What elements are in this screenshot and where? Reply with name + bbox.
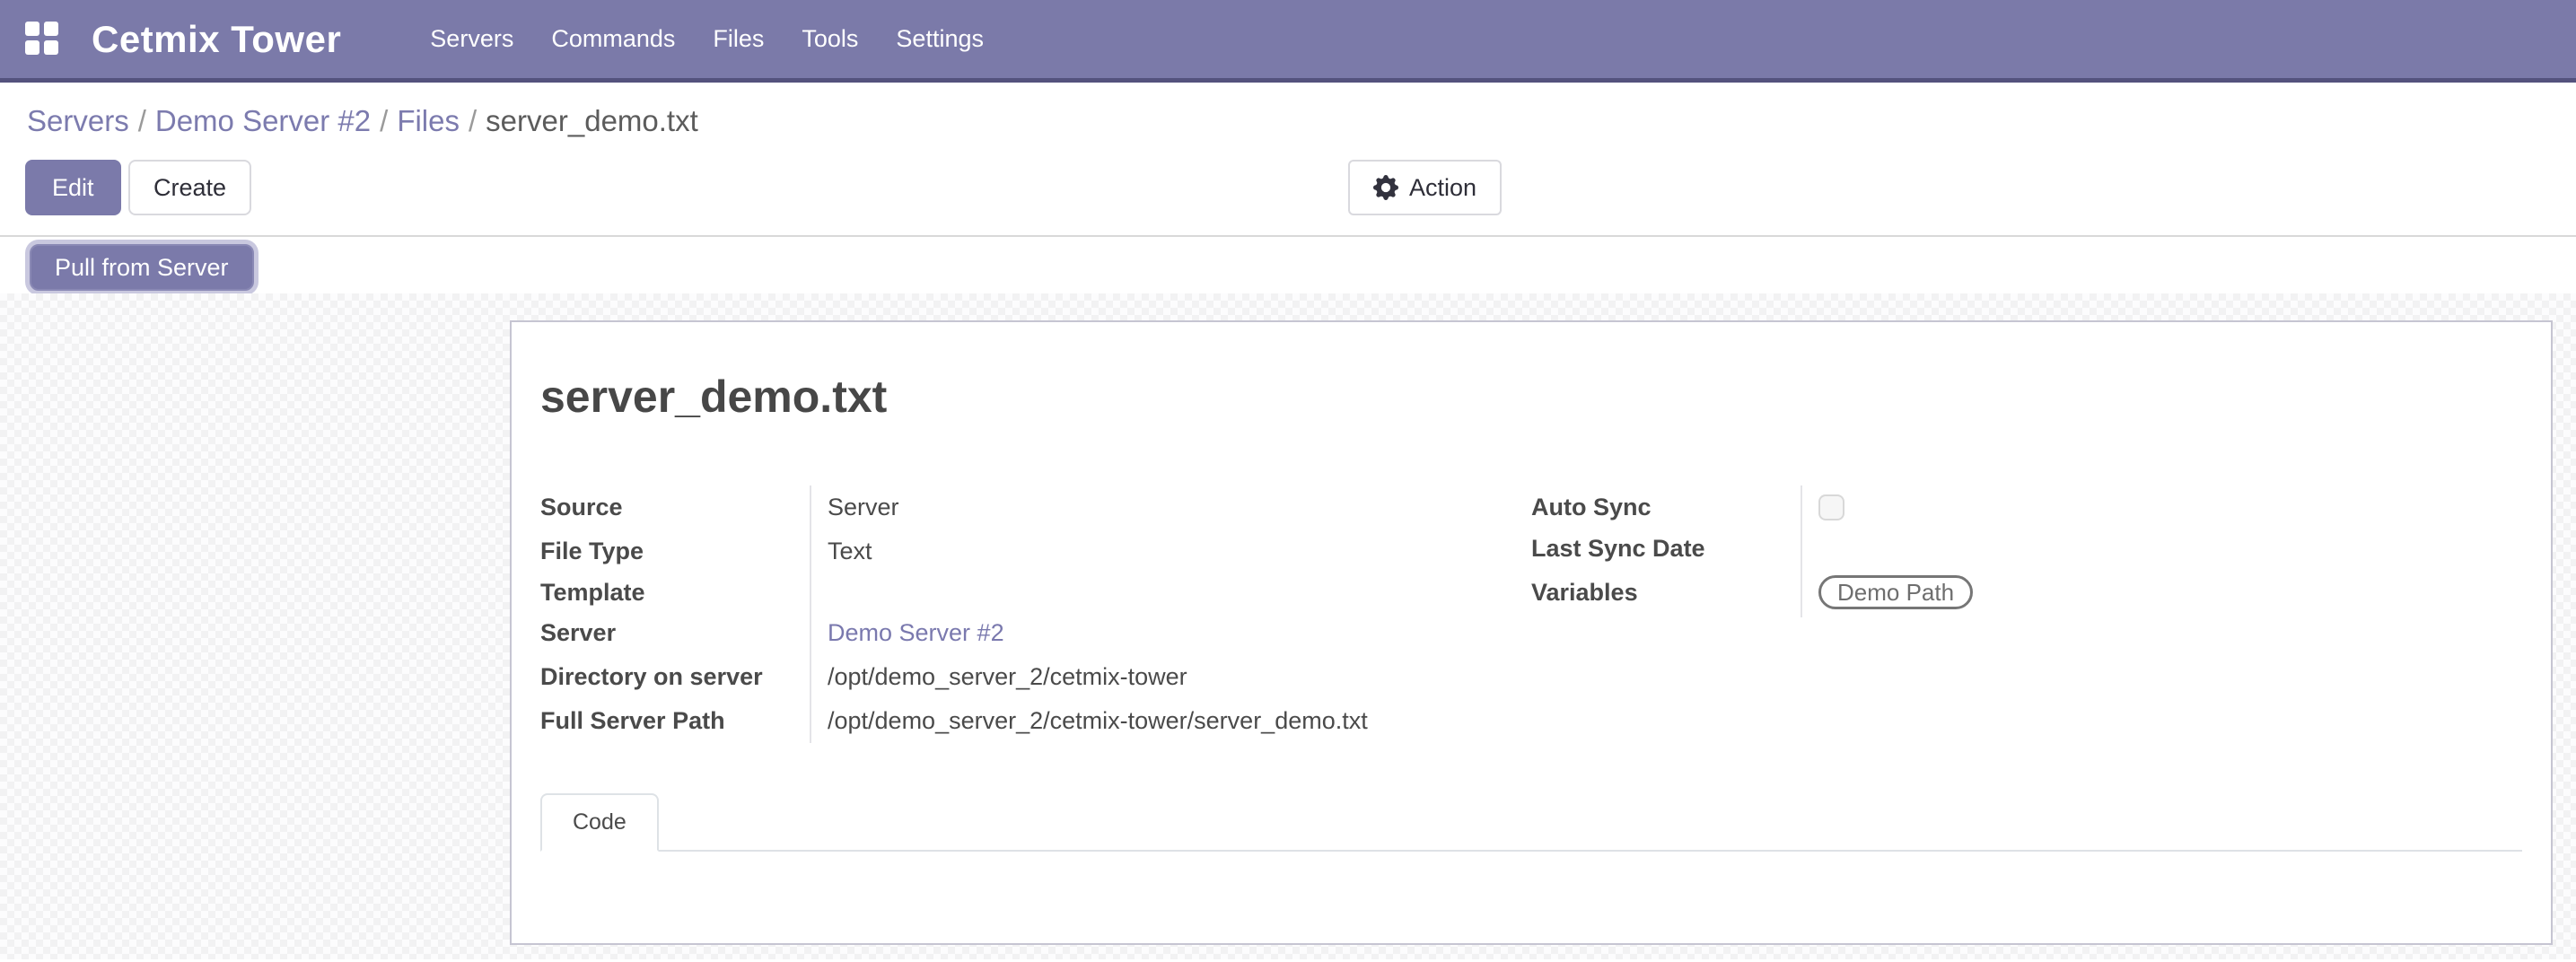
- field-row-server: Server Demo Server #2: [540, 611, 1531, 655]
- breadcrumb-link-servers[interactable]: Servers: [27, 104, 129, 137]
- field-value: Text: [810, 529, 1531, 573]
- field-value: /opt/demo_server_2/cetmix-tower: [810, 655, 1531, 699]
- create-button[interactable]: Create: [128, 160, 251, 215]
- breadcrumb-separator: /: [129, 104, 155, 137]
- form-sheet: server_demo.txt Source Server File Type …: [510, 320, 2553, 945]
- nav-item-tools[interactable]: Tools: [783, 0, 877, 78]
- app-brand[interactable]: Cetmix Tower: [92, 18, 341, 61]
- edit-button[interactable]: Edit: [25, 160, 121, 215]
- field-value: Demo Path: [1801, 567, 2522, 617]
- nav-item-servers[interactable]: Servers: [411, 0, 532, 78]
- field-row-auto-sync: Auto Sync: [1531, 485, 2522, 529]
- main-menu: Servers Commands Files Tools Settings: [411, 0, 1003, 78]
- auto-sync-checkbox[interactable]: [1818, 494, 1844, 520]
- apps-icon-square: [25, 40, 39, 55]
- breadcrumb-separator: /: [371, 104, 397, 137]
- top-navbar: Cetmix Tower Servers Commands Files Tool…: [0, 0, 2576, 83]
- apps-menu-icon[interactable]: [25, 22, 61, 57]
- variable-tag: Demo Path: [1818, 575, 1973, 609]
- nav-item-files[interactable]: Files: [694, 0, 783, 78]
- field-row-file-type: File Type Text: [540, 529, 1531, 573]
- field-label: Server: [540, 611, 810, 655]
- field-group-right: Auto Sync Last Sync Date Variables Demo …: [1531, 485, 2522, 743]
- tab-code[interactable]: Code: [540, 793, 659, 852]
- form-view-background: server_demo.txt Source Server File Type …: [0, 293, 2576, 959]
- action-button-label: Action: [1409, 174, 1476, 202]
- nav-item-settings[interactable]: Settings: [877, 0, 1003, 78]
- field-label: Template: [540, 573, 810, 611]
- field-value: [810, 573, 1531, 611]
- server-link[interactable]: Demo Server #2: [810, 611, 1531, 655]
- button-row: Edit Create Action: [0, 147, 2576, 235]
- field-value: Server: [810, 485, 1531, 529]
- apps-icon-square: [44, 40, 58, 55]
- nav-item-commands[interactable]: Commands: [532, 0, 694, 78]
- breadcrumb-separator: /: [460, 104, 486, 137]
- field-value: [1801, 529, 2522, 567]
- field-label: Auto Sync: [1531, 485, 1801, 529]
- field-row-last-sync-date: Last Sync Date: [1531, 529, 2522, 567]
- apps-icon-square: [25, 22, 39, 36]
- field-value: [1801, 485, 2522, 529]
- control-panel: Servers/Demo Server #2/Files/server_demo…: [0, 83, 2576, 293]
- field-group-left: Source Server File Type Text Template Se…: [540, 485, 1531, 743]
- breadcrumb-link-demo-server-2[interactable]: Demo Server #2: [155, 104, 371, 137]
- field-label: Source: [540, 485, 810, 529]
- object-buttons-row: Pull from Server: [0, 237, 2576, 293]
- gear-icon: [1373, 175, 1398, 200]
- pull-from-server-button[interactable]: Pull from Server: [30, 244, 254, 291]
- record-title: server_demo.txt: [540, 371, 2522, 423]
- field-row-source: Source Server: [540, 485, 1531, 529]
- field-label: Last Sync Date: [1531, 529, 1801, 567]
- apps-icon-square: [44, 22, 58, 36]
- field-row-variables: Variables Demo Path: [1531, 567, 2522, 617]
- field-label: Variables: [1531, 567, 1801, 617]
- breadcrumb: Servers/Demo Server #2/Files/server_demo…: [0, 83, 2576, 147]
- field-label: Full Server Path: [540, 699, 810, 743]
- notebook: Code: [540, 793, 2522, 852]
- breadcrumb-link-files[interactable]: Files: [397, 104, 460, 137]
- field-row-directory: Directory on server /opt/demo_server_2/c…: [540, 655, 1531, 699]
- field-row-full-path: Full Server Path /opt/demo_server_2/cetm…: [540, 699, 1531, 743]
- field-label: Directory on server: [540, 655, 810, 699]
- breadcrumb-current: server_demo.txt: [486, 104, 698, 137]
- field-groups: Source Server File Type Text Template Se…: [540, 485, 2522, 743]
- field-value: /opt/demo_server_2/cetmix-tower/server_d…: [810, 699, 1531, 743]
- tab-bar: Code: [540, 793, 2522, 852]
- field-row-template: Template: [540, 573, 1531, 611]
- action-button[interactable]: Action: [1348, 160, 1502, 215]
- field-label: File Type: [540, 529, 810, 573]
